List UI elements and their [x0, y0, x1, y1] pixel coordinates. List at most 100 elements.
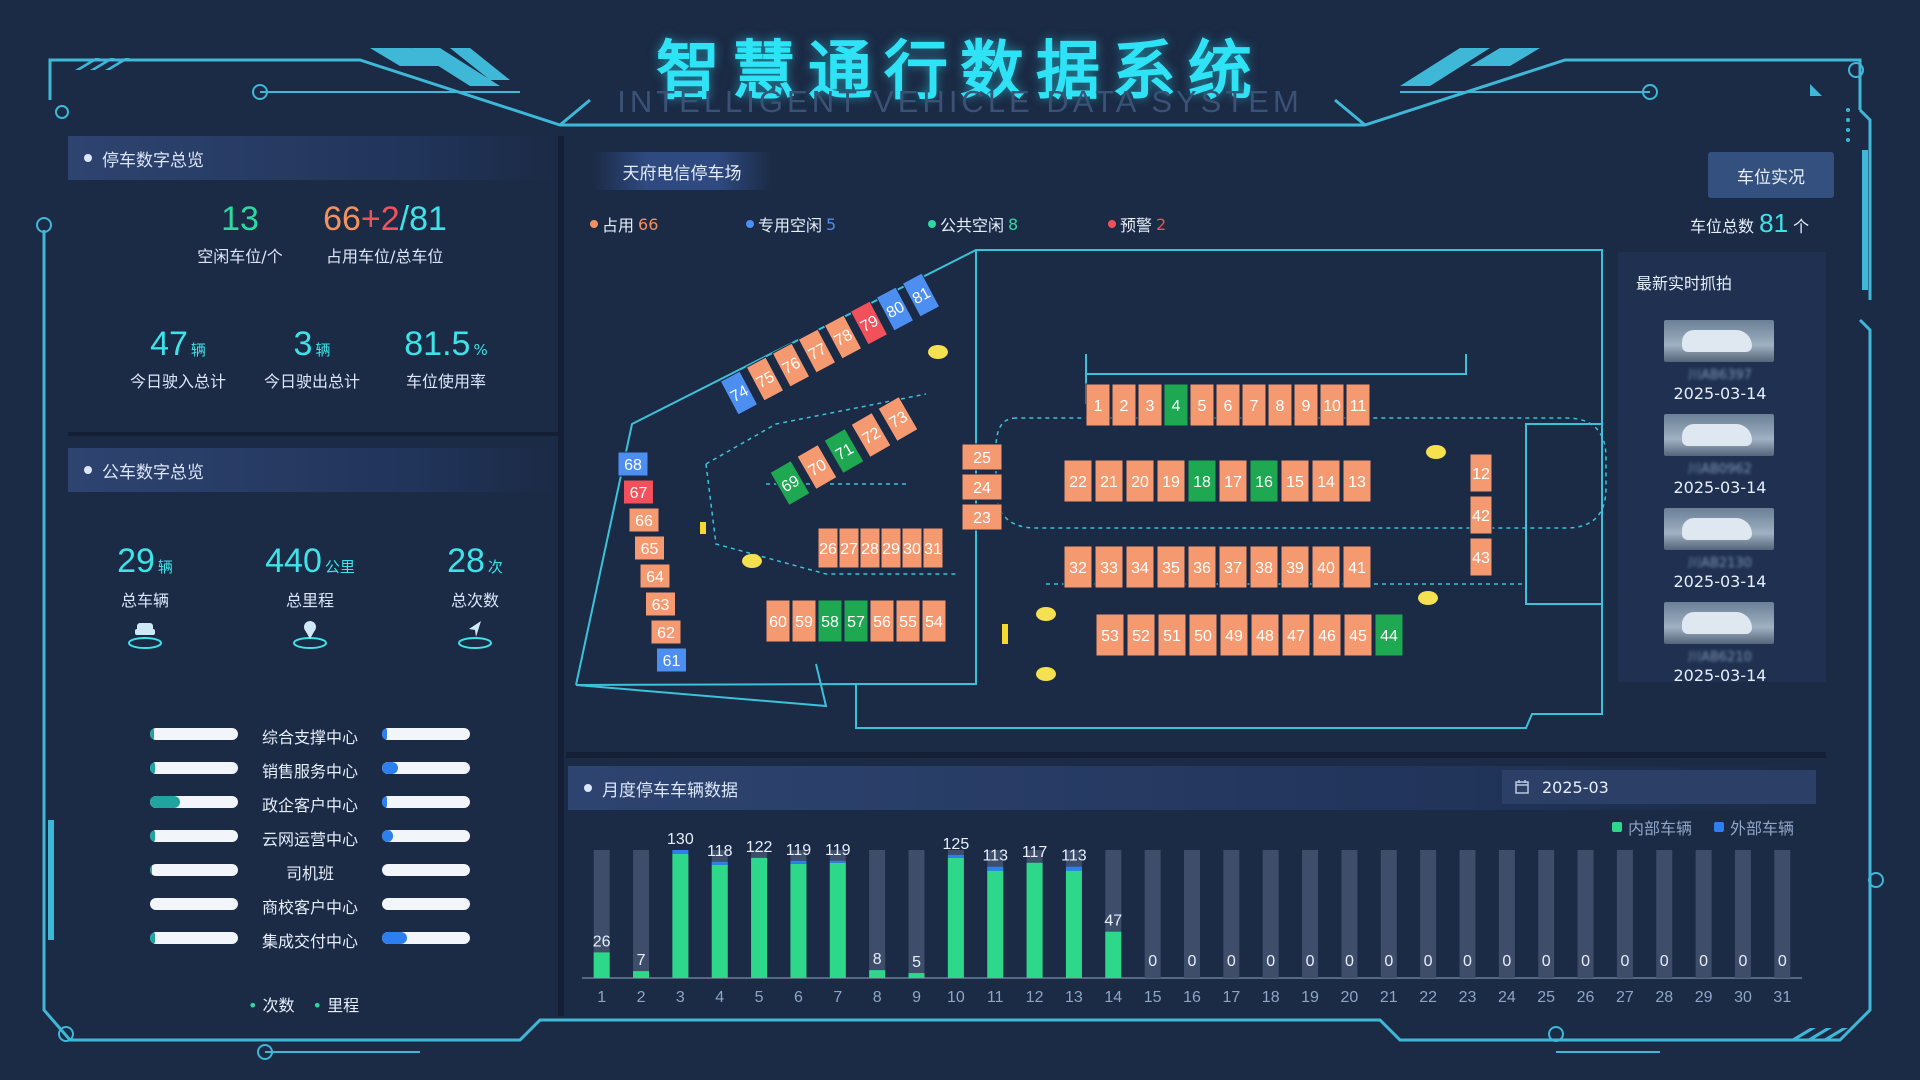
bar-internal[interactable]	[633, 971, 650, 978]
parking-spot[interactable]: 45	[1343, 613, 1373, 657]
bar-internal[interactable]	[1026, 862, 1043, 978]
parking-spot[interactable]: 60	[765, 599, 791, 643]
bar-external[interactable]	[1065, 866, 1082, 871]
bar-internal[interactable]	[987, 870, 1004, 978]
parking-spot[interactable]: 36	[1187, 545, 1217, 589]
snapshot-image[interactable]	[1664, 414, 1774, 456]
parking-spot[interactable]: 5	[1189, 383, 1215, 427]
parking-spot[interactable]: 11	[1345, 383, 1371, 427]
parking-spot[interactable]: 30	[901, 527, 923, 569]
snapshot-image[interactable]	[1664, 320, 1774, 362]
parking-spot-number: 15	[1286, 474, 1304, 491]
parking-spot[interactable]: 46	[1312, 613, 1342, 657]
parking-spot[interactable]: 67	[623, 479, 654, 505]
parking-spot[interactable]: 37	[1218, 545, 1248, 589]
parking-spot[interactable]: 18	[1187, 459, 1217, 503]
bar-internal[interactable]	[790, 863, 807, 978]
parking-spot[interactable]: 2	[1111, 383, 1137, 427]
realtime-spots-button[interactable]: 车位实况	[1708, 152, 1834, 198]
parking-spot[interactable]: 50	[1188, 613, 1218, 657]
bar-external[interactable]	[711, 861, 728, 865]
parking-spot[interactable]: 43	[1469, 537, 1493, 577]
parking-spot[interactable]: 20	[1125, 459, 1155, 503]
parking-spot[interactable]: 28	[859, 527, 881, 569]
parking-spot[interactable]: 62	[650, 619, 682, 645]
parking-spot[interactable]: 57	[843, 599, 869, 643]
bar-external[interactable]	[790, 860, 807, 864]
parking-spot[interactable]: 51	[1157, 613, 1187, 657]
parking-spot[interactable]: 26	[817, 527, 839, 569]
parking-spot[interactable]: 40	[1311, 545, 1341, 589]
parking-spot[interactable]: 54	[921, 599, 947, 643]
parking-spot-number: 67	[630, 485, 648, 502]
bar-internal[interactable]	[908, 973, 925, 978]
parking-spot[interactable]: 56	[869, 599, 895, 643]
bar-internal[interactable]	[672, 853, 689, 978]
parking-spot[interactable]: 31	[922, 527, 944, 569]
parking-spot[interactable]: 61	[656, 647, 687, 673]
parking-spot[interactable]: 53	[1095, 613, 1125, 657]
parking-spot[interactable]: 55	[895, 599, 921, 643]
parking-spot[interactable]: 23	[961, 503, 1003, 531]
parking-spot-number: 7	[1250, 398, 1259, 415]
parking-spot[interactable]: 66	[628, 507, 660, 533]
parking-spot[interactable]: 32	[1063, 545, 1093, 589]
bar-internal[interactable]	[751, 857, 768, 978]
parking-spot[interactable]: 68	[617, 451, 649, 477]
bar-internal[interactable]	[593, 952, 610, 978]
parking-spot[interactable]: 27	[838, 527, 860, 569]
parking-spot[interactable]: 48	[1250, 613, 1280, 657]
snapshot-image[interactable]	[1664, 508, 1774, 550]
parking-spot[interactable]: 8	[1267, 383, 1293, 427]
parking-spot[interactable]: 21	[1094, 459, 1124, 503]
bar-internal[interactable]	[1105, 931, 1122, 978]
parking-spot[interactable]: 9	[1293, 383, 1319, 427]
bar-external[interactable]	[947, 854, 964, 858]
parking-spot[interactable]: 34	[1125, 545, 1155, 589]
parking-spot[interactable]: 22	[1063, 459, 1093, 503]
parking-spot[interactable]: 19	[1156, 459, 1186, 503]
parking-spot[interactable]: 44	[1374, 613, 1404, 657]
parking-spot[interactable]: 65	[634, 535, 665, 561]
bar-internal[interactable]	[947, 857, 964, 978]
parking-spot[interactable]: 7	[1241, 383, 1267, 427]
snapshot-image[interactable]	[1664, 602, 1774, 644]
parking-spot[interactable]: 1	[1085, 383, 1111, 427]
parking-spot[interactable]: 52	[1126, 613, 1156, 657]
parking-spot[interactable]: 33	[1094, 545, 1124, 589]
parking-spot[interactable]: 38	[1249, 545, 1279, 589]
parking-spot[interactable]: 58	[817, 599, 843, 643]
bar-external[interactable]	[829, 860, 846, 863]
parking-spot[interactable]: 49	[1219, 613, 1249, 657]
parking-spot[interactable]: 13	[1342, 459, 1372, 503]
parking-spot[interactable]: 63	[645, 591, 676, 617]
parking-spot[interactable]: 25	[961, 443, 1003, 471]
parking-spot[interactable]: 12	[1469, 453, 1493, 493]
parking-spot[interactable]: 42	[1469, 495, 1493, 535]
parking-spot[interactable]: 16	[1249, 459, 1279, 503]
parking-spot[interactable]: 17	[1218, 459, 1248, 503]
parking-spot[interactable]: 64	[639, 563, 671, 589]
parking-spot[interactable]: 29	[880, 527, 902, 569]
parking-spot[interactable]: 4	[1163, 383, 1189, 427]
lot-tab[interactable]: 天府电信停车场	[592, 152, 772, 190]
bar-internal[interactable]	[1065, 870, 1082, 978]
parking-spot[interactable]: 59	[791, 599, 817, 643]
parking-spot[interactable]: 15	[1280, 459, 1310, 503]
month-picker[interactable]: 2025-03	[1502, 770, 1816, 804]
bar-internal[interactable]	[711, 864, 728, 978]
parking-spot[interactable]: 3	[1137, 383, 1163, 427]
bar-internal[interactable]	[869, 970, 886, 978]
parking-spot[interactable]: 14	[1311, 459, 1341, 503]
bar-internal[interactable]	[829, 862, 846, 978]
parking-spot[interactable]: 41	[1342, 545, 1372, 589]
bar-external[interactable]	[987, 866, 1004, 871]
parking-spot[interactable]: 6	[1215, 383, 1241, 427]
parking-spot[interactable]: 47	[1281, 613, 1311, 657]
parking-spot[interactable]: 39	[1280, 545, 1310, 589]
parking-spot[interactable]: 10	[1319, 383, 1345, 427]
parking-spot[interactable]: 24	[961, 473, 1003, 501]
parking-spot[interactable]: 35	[1156, 545, 1186, 589]
bar-external[interactable]	[672, 850, 689, 854]
mileage-bar-fill	[382, 762, 398, 774]
